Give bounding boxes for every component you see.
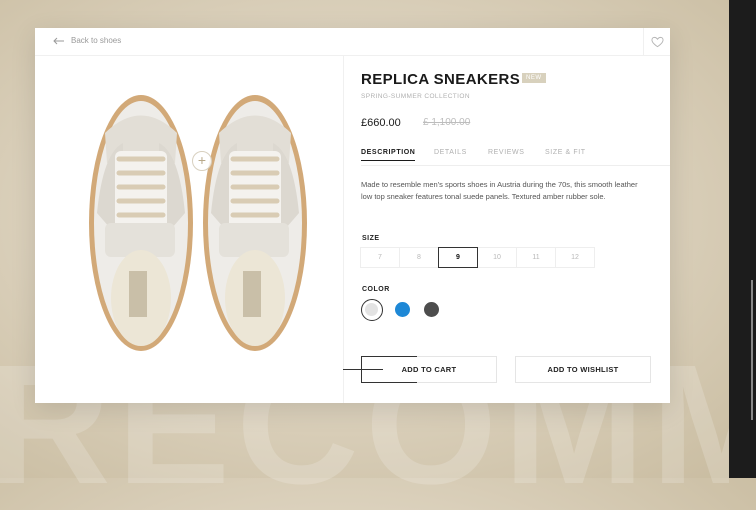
product-title: REPLICA SNEAKERS: [361, 71, 521, 88]
tab-details[interactable]: DETAILS: [434, 149, 467, 160]
size-option[interactable]: 7: [360, 247, 400, 268]
product-tabs: DESCRIPTION DETAILS REVIEWS SIZE & FIT: [361, 149, 670, 166]
heart-icon: [651, 36, 664, 47]
new-badge: NEW: [522, 73, 546, 83]
product-card: Back to shoes + REPLICA SNEAKERS NEW SPR…: [35, 28, 670, 403]
collection-label: SPRING-SUMMER COLLECTION: [361, 93, 470, 100]
vertical-divider: [343, 55, 344, 403]
size-option[interactable]: 10: [477, 247, 517, 268]
old-price: £ 1,100.00: [423, 117, 471, 128]
back-link-label: Back to shoes: [71, 36, 122, 45]
plus-icon[interactable]: +: [192, 151, 212, 171]
size-selector: 7 8 9 10 11 12: [360, 247, 595, 268]
favorite-button[interactable]: [643, 28, 671, 55]
add-to-wishlist-button[interactable]: ADD TO WISHLIST: [515, 356, 651, 383]
scroll-indicator[interactable]: [751, 280, 753, 420]
size-option-selected[interactable]: 9: [438, 247, 478, 268]
color-label: COLOR: [362, 286, 390, 293]
color-swatch-blue[interactable]: [395, 302, 410, 317]
size-option[interactable]: 12: [555, 247, 595, 268]
sneaker-image: [89, 95, 307, 351]
tab-description[interactable]: DESCRIPTION: [361, 149, 416, 161]
size-option[interactable]: 11: [516, 247, 556, 268]
tab-size-fit[interactable]: SIZE & FIT: [545, 149, 586, 160]
size-option[interactable]: 8: [399, 247, 439, 268]
product-description: Made to resemble men's sports shoes in A…: [361, 180, 638, 201]
color-swatch-white[interactable]: [361, 299, 383, 321]
color-swatch-dark-grey[interactable]: [424, 302, 439, 317]
product-image-area: +: [35, 55, 343, 403]
current-price: £660.00: [361, 117, 401, 129]
arrow-left-icon: [53, 37, 64, 44]
size-label: SIZE: [362, 235, 380, 242]
tab-reviews[interactable]: REVIEWS: [488, 149, 524, 160]
back-link[interactable]: Back to shoes: [53, 36, 121, 45]
cart-accent-bracket: [361, 356, 417, 383]
card-topbar: Back to shoes: [35, 28, 670, 56]
